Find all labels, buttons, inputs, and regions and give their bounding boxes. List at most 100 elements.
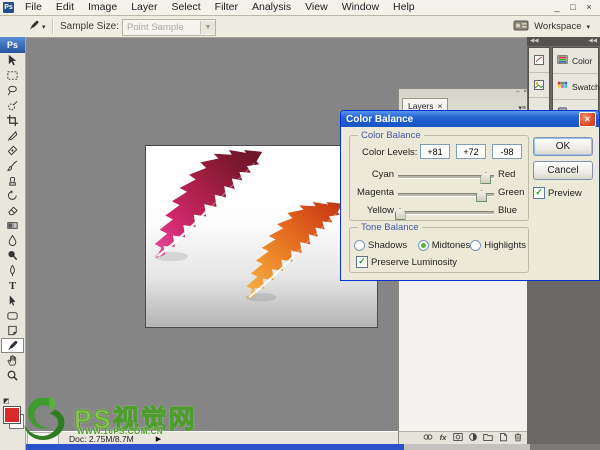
dropdown-arrow-icon: ▼ — [200, 21, 215, 34]
feather-orange-image — [244, 198, 346, 308]
swap-colors-icon[interactable]: ◩ — [3, 397, 10, 405]
dialog-titlebar[interactable]: Color Balance × — [341, 111, 599, 127]
preserve-luminosity-checkbox[interactable]: ✓ Preserve Luminosity — [356, 256, 457, 268]
dock-header: ◀◀ ◀◀ — [527, 37, 600, 46]
menu-window[interactable]: Window — [335, 0, 386, 15]
color-panel-icon — [556, 53, 569, 69]
color-level-input-1[interactable] — [420, 144, 450, 159]
chevron-down-icon: ▾ — [586, 23, 590, 31]
workspace-button[interactable]: Workspace ▾ — [509, 18, 594, 35]
menu-analysis[interactable]: Analysis — [245, 0, 298, 15]
group-title: Tone Balance — [358, 222, 422, 233]
menu-help[interactable]: Help — [386, 0, 422, 15]
layers-panel-toolbar: fx — [399, 431, 530, 445]
slider-track[interactable] — [398, 175, 494, 179]
bottom-strip — [404, 444, 530, 450]
radio-shadows[interactable]: Shadows — [354, 240, 418, 251]
slider-track[interactable] — [398, 211, 494, 215]
dock-panel-swatches[interactable]: Swatches — [553, 74, 598, 100]
dock-panel-color[interactable]: Color — [553, 48, 598, 74]
tool-eyedropper-button[interactable] — [1, 338, 24, 353]
group-title: Color Balance — [358, 130, 424, 141]
dialog-body: Color Balance Color Levels: CyanRed Magen… — [341, 127, 599, 280]
app-icon: Ps — [3, 2, 14, 13]
tool-rectangular-marquee-button[interactable] — [1, 68, 24, 83]
tool-shape-button[interactable] — [1, 308, 24, 323]
tool-dodge-button[interactable] — [1, 248, 24, 263]
collapse-dock-icon[interactable]: ◀◀ — [589, 37, 597, 46]
tool-type-button[interactable]: T — [1, 278, 24, 293]
tool-eraser-button[interactable] — [1, 203, 24, 218]
color-level-input-3[interactable] — [492, 144, 522, 159]
dock-icon-a[interactable] — [529, 48, 549, 73]
tool-zoom-button[interactable] — [1, 368, 24, 383]
radio-icon — [354, 240, 365, 251]
dialog-title: Color Balance — [346, 114, 413, 125]
close-window-icon[interactable]: × — [584, 1, 594, 14]
sample-size-select[interactable]: Point Sample ▼ — [122, 19, 216, 36]
svg-text:fx: fx — [440, 433, 448, 442]
tab-close-icon[interactable]: × — [438, 101, 443, 111]
tool-notes-button[interactable] — [1, 323, 24, 338]
tool-lasso-button[interactable] — [1, 83, 24, 98]
tool-crop-button[interactable] — [1, 113, 24, 128]
minimize-window-icon[interactable]: _ — [552, 1, 562, 14]
dock-icon-b[interactable] — [529, 73, 549, 98]
layers-panel-mini-controls: ‒× — [399, 89, 530, 97]
menu-layer[interactable]: Layer — [124, 0, 164, 15]
eyedropper-tool-options[interactable]: ▾ — [28, 19, 46, 34]
tools-palette: Ps T ◩ — [0, 37, 26, 450]
menu-file[interactable]: File — [18, 0, 49, 15]
bottom-strip — [530, 444, 600, 450]
color-balance-group: Color Balance Color Levels: CyanRedMagen… — [349, 135, 529, 221]
color-balance-dialog: Color Balance × Color Balance Color Leve… — [340, 110, 600, 281]
divider — [52, 18, 53, 34]
radio-icon — [418, 240, 429, 251]
checkbox-icon: ✓ — [356, 256, 368, 268]
slider-magenta-green: MagentaGreen — [350, 186, 528, 200]
color-level-input-2[interactable] — [456, 144, 486, 159]
radio-highlights[interactable]: Highlights — [470, 240, 526, 251]
tool-gradient-button[interactable] — [1, 218, 24, 233]
radio-icon — [470, 240, 481, 251]
ps-logo: Ps — [0, 37, 25, 53]
cancel-button[interactable]: Cancel — [533, 161, 593, 180]
chevron-down-icon: ▾ — [42, 23, 46, 31]
slider-thumb[interactable] — [476, 190, 487, 202]
maximize-window-icon[interactable]: □ — [568, 1, 578, 14]
tool-path-selection-button[interactable] — [1, 293, 24, 308]
tool-brush-button[interactable] — [1, 158, 24, 173]
foreground-color-swatch[interactable] — [3, 406, 21, 424]
panel-minimize-icon[interactable]: ‒ — [516, 89, 519, 97]
tool-history-brush-button[interactable] — [1, 188, 24, 203]
tool-pen-button[interactable] — [1, 263, 24, 278]
tool-move-button[interactable] — [1, 53, 24, 68]
menu-view[interactable]: View — [298, 0, 335, 15]
menu-items: FileEditImageLayerSelectFilterAnalysisVi… — [18, 0, 422, 15]
status-flyout-icon[interactable]: ▶ — [156, 435, 161, 443]
collapse-dock-icon[interactable]: ◀◀ — [530, 37, 538, 46]
tool-clone-stamp-button[interactable] — [1, 173, 24, 188]
status-bar: Doc: 2.75M/8.7M ▶ — [25, 431, 398, 445]
tool-quick-selection-button[interactable] — [1, 98, 24, 113]
photoshop-window: Ps FileEditImageLayerSelectFilterAnalysi… — [0, 0, 600, 450]
ok-button[interactable]: OK — [533, 137, 593, 156]
color-levels-label: Color Levels: — [362, 147, 417, 158]
preview-checkbox[interactable]: ✓ Preview — [533, 187, 582, 199]
eyedropper-icon — [28, 19, 40, 34]
tool-blur-button[interactable] — [1, 233, 24, 248]
slider-thumb[interactable] — [480, 172, 491, 184]
tone-balance-group: Tone Balance ShadowsMidtonesHighlights ✓… — [349, 227, 529, 273]
tool-healing-brush-button[interactable] — [1, 143, 24, 158]
radio-midtones[interactable]: Midtones — [418, 240, 471, 251]
menu-edit[interactable]: Edit — [49, 0, 81, 15]
menu-image[interactable]: Image — [81, 0, 124, 15]
slider-cyan-red: CyanRed — [350, 168, 528, 182]
slider-thumb[interactable] — [395, 208, 406, 220]
menu-filter[interactable]: Filter — [208, 0, 245, 15]
tool-hand-button[interactable] — [1, 353, 24, 368]
tool-slice-button[interactable] — [1, 128, 24, 143]
menu-select[interactable]: Select — [164, 0, 207, 15]
workspace-label: Workspace — [534, 21, 581, 32]
close-icon[interactable]: × — [579, 112, 596, 127]
